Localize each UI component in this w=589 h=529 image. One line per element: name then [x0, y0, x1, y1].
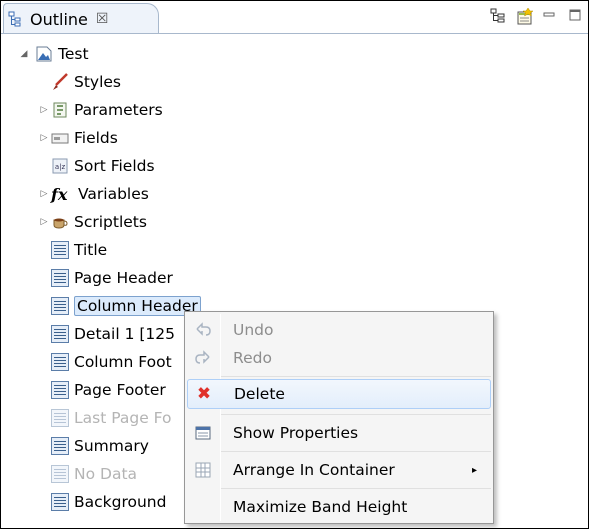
- variables-icon: fx: [51, 185, 68, 204]
- tree-item-label: Styles: [74, 73, 122, 91]
- tree-item-label: Page Header: [74, 269, 173, 287]
- sort-fields-icon: a|z: [51, 157, 69, 175]
- undo-icon: [187, 321, 219, 339]
- band-icon: [51, 493, 69, 511]
- menu-separator: [221, 451, 491, 452]
- menu-item-maximize-band-height[interactable]: Maximize Band Height: [187, 492, 491, 522]
- menu-item-label: Arrange In Container: [233, 461, 395, 479]
- band-icon: [51, 297, 69, 315]
- menu-item-undo[interactable]: Undo: [187, 315, 491, 345]
- close-icon[interactable]: ☒: [96, 11, 109, 27]
- menu-item-redo[interactable]: Redo: [187, 343, 491, 373]
- tree-item-label: Column Foot: [74, 353, 172, 371]
- report-icon: [35, 45, 53, 63]
- band-icon: [51, 241, 69, 259]
- outline-view: Outline ☒ ◢ Test Styles ▷ Parameters ▷ F…: [0, 0, 589, 529]
- menu-separator: [221, 376, 491, 377]
- expand-arrow-icon[interactable]: ▷: [37, 133, 51, 143]
- minimize-icon[interactable]: [542, 8, 558, 24]
- maximize-icon[interactable]: [568, 8, 584, 24]
- band-icon: [51, 409, 69, 427]
- outline-tree-icon: [8, 10, 26, 28]
- tree-item-label: Page Footer: [74, 381, 166, 399]
- collapse-arrow-icon[interactable]: ◢: [17, 49, 31, 59]
- tree-item-label: Fields: [74, 129, 118, 147]
- properties-icon: [187, 424, 219, 442]
- expand-arrow-icon[interactable]: ▷: [37, 105, 51, 115]
- tree-item-label: Variables: [78, 185, 149, 203]
- tree-item-label: Summary: [74, 437, 149, 455]
- redo-icon: [187, 349, 219, 367]
- outline-tab-label: Outline: [30, 9, 88, 29]
- outline-tab[interactable]: Outline ☒: [3, 3, 159, 34]
- tree-item-detail-1[interactable]: Detail 1 [125: [37, 321, 175, 347]
- context-menu: Undo Redo ✖ Delete Show Properties Arran…: [184, 311, 494, 524]
- svg-text:a|z: a|z: [55, 163, 66, 171]
- tree-item-label: Background: [74, 493, 167, 511]
- submenu-arrow-icon: ▸: [471, 464, 477, 476]
- tree-item-parameters[interactable]: ▷ Parameters: [37, 97, 163, 123]
- tree-item-column-header[interactable]: Column Header: [37, 293, 201, 319]
- menu-item-label: Redo: [233, 349, 272, 367]
- tree-item-label: Scriptlets: [74, 213, 147, 231]
- tree-item-title[interactable]: Title: [37, 237, 107, 263]
- menu-item-label: Show Properties: [233, 424, 359, 442]
- tree-root-test[interactable]: ◢ Test: [17, 41, 89, 67]
- tree-item-label: Parameters: [74, 101, 163, 119]
- menu-item-delete[interactable]: ✖ Delete: [187, 379, 491, 409]
- delete-icon: ✖: [196, 384, 212, 404]
- tree-item-label: Title: [74, 241, 108, 259]
- band-icon: [51, 465, 69, 483]
- tree-item-column-footer[interactable]: Column Foot: [37, 349, 172, 375]
- grid-layout-icon: [187, 461, 219, 479]
- tree-item-last-page-footer[interactable]: Last Page Fo: [37, 405, 172, 431]
- tree-item-fields[interactable]: ▷ Fields: [37, 125, 118, 151]
- tree-item-label: Column Header: [74, 296, 201, 316]
- band-icon: [51, 325, 69, 343]
- tab-bar-divider: [1, 33, 588, 34]
- tree-item-page-header[interactable]: Page Header: [37, 265, 173, 291]
- expand-arrow-icon[interactable]: ▷: [37, 189, 51, 199]
- tree-item-label: Last Page Fo: [74, 409, 172, 427]
- menu-item-label: Maximize Band Height: [233, 498, 408, 516]
- tree-item-label: Test: [58, 45, 89, 63]
- tree-item-label: No Data: [74, 465, 138, 483]
- tree-item-scriptlets[interactable]: ▷ Scriptlets: [37, 209, 147, 235]
- tree-item-label: Detail 1 [125: [74, 325, 176, 343]
- tree-item-summary[interactable]: Summary: [37, 433, 149, 459]
- parameters-icon: [51, 101, 69, 119]
- menu-item-show-properties[interactable]: Show Properties: [187, 418, 491, 448]
- brush-icon: [51, 73, 69, 91]
- tree-item-styles[interactable]: Styles: [37, 69, 121, 95]
- view-tab-bar: Outline ☒: [1, 1, 588, 34]
- band-icon: [51, 269, 69, 287]
- tree-item-sort-fields[interactable]: a|z Sort Fields: [37, 153, 155, 179]
- show-properties-toolbar-icon[interactable]: [516, 7, 534, 25]
- tree-item-no-data[interactable]: No Data: [37, 461, 137, 487]
- menu-separator: [221, 414, 491, 415]
- tree-item-page-footer[interactable]: Page Footer: [37, 377, 166, 403]
- menu-item-label: Delete: [234, 385, 285, 403]
- fields-icon: [51, 129, 69, 147]
- menu-item-label: Undo: [233, 321, 274, 339]
- menu-separator: [221, 488, 491, 489]
- tree-item-background[interactable]: Background: [37, 489, 166, 515]
- expand-arrow-icon[interactable]: ▷: [37, 217, 51, 227]
- tree-item-label: Sort Fields: [74, 157, 155, 175]
- band-icon: [51, 353, 69, 371]
- band-icon: [51, 437, 69, 455]
- scriptlets-icon: [51, 213, 69, 231]
- menu-item-arrange-in-container[interactable]: Arrange In Container ▸: [187, 455, 491, 485]
- view-toolbar: [490, 7, 584, 25]
- band-icon: [51, 381, 69, 399]
- tree-item-variables[interactable]: ▷ fx Variables: [37, 181, 149, 207]
- collapse-tree-icon[interactable]: [490, 8, 506, 24]
